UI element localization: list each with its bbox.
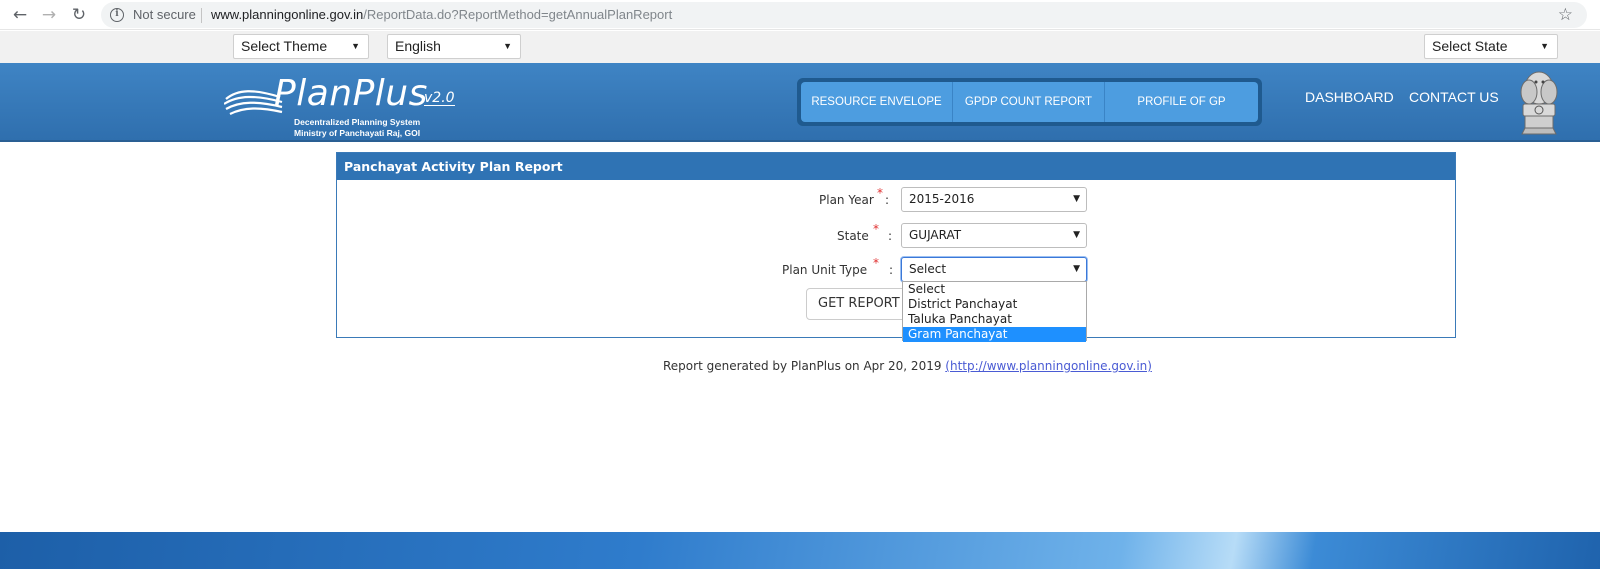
logo-title: PlanPlus	[274, 73, 428, 114]
reload-icon[interactable]: ↻	[68, 4, 90, 26]
menu-profile-of-gp[interactable]: PROFILE OF GP	[1105, 82, 1258, 122]
chevron-down-icon: ▼	[351, 41, 360, 51]
footer-text: Report generated by PlanPlus on Apr 20, …	[663, 359, 946, 373]
contact-us-link[interactable]: CONTACT US	[1409, 89, 1499, 105]
footer-decorative-band	[0, 532, 1600, 569]
required-mark: *	[873, 256, 879, 270]
chevron-down-icon: ▼	[1073, 194, 1080, 204]
language-select-value: English	[395, 38, 441, 54]
plan-unit-type-dropdown[interactable]: Select District Panchayat Taluka Panchay…	[902, 281, 1087, 342]
logo-ministry: Ministry of Panchayati Raj, GOI	[294, 128, 421, 138]
state-select-value: Select State	[1432, 38, 1508, 54]
planningonline-link[interactable]: (http://www.planningonline.gov.in)	[945, 359, 1152, 373]
report-panel: Panchayat Activity Plan Report Plan Year…	[336, 152, 1456, 342]
dropdown-option[interactable]: Taluka Panchayat	[903, 312, 1086, 327]
plan-unit-type-select[interactable]: Select ▼	[901, 257, 1087, 282]
required-mark: *	[877, 186, 883, 200]
state-value: GUJARAT	[909, 228, 962, 242]
colon: :	[889, 263, 894, 277]
theme-select-value: Select Theme	[241, 38, 328, 54]
state-label: State	[837, 229, 869, 243]
logo-version: v2.0	[424, 90, 455, 106]
report-footer-note: Report generated by PlanPlus on Apr 20, …	[663, 359, 1152, 373]
chevron-down-icon: ▼	[1073, 230, 1080, 240]
state-select[interactable]: Select State ▼	[1424, 34, 1558, 59]
url-text[interactable]: www.planningonline.gov.in/ReportData.do?…	[211, 7, 672, 22]
chevron-down-icon: ▼	[1073, 264, 1080, 274]
selector-strip: Select Theme ▼ English ▼ Select State ▼	[0, 31, 1600, 63]
plan-unit-type-label: Plan Unit Type	[782, 263, 868, 277]
theme-select[interactable]: Select Theme ▼	[233, 34, 369, 59]
plan-year-value: 2015-2016	[909, 192, 975, 206]
security-status: Not secure	[133, 7, 196, 22]
colon: :	[888, 229, 893, 243]
chevron-down-icon: ▼	[503, 41, 512, 51]
plan-unit-type-value: Select	[909, 262, 947, 276]
required-mark: *	[873, 222, 879, 236]
planplus-logo[interactable]: PlanPlus v2.0 Decentralized Planning Sys…	[224, 69, 464, 139]
panel-title: Panchayat Activity Plan Report	[337, 153, 1455, 180]
url-path: /ReportData.do?ReportMethod=getAnnualPla…	[363, 7, 673, 22]
chevron-down-icon: ▼	[1540, 41, 1549, 51]
language-select[interactable]: English ▼	[387, 34, 521, 59]
site-header: PlanPlus v2.0 Decentralized Planning Sys…	[0, 63, 1600, 142]
dashboard-link[interactable]: DASHBOARD	[1305, 89, 1394, 105]
browser-toolbar: ← → ↻ i Not secure www.planningonline.go…	[0, 0, 1600, 30]
address-bar[interactable]: i Not secure www.planningonline.gov.in/R…	[101, 2, 1587, 28]
dropdown-option-highlighted[interactable]: Gram Panchayat	[903, 327, 1086, 342]
colon: :	[885, 193, 890, 207]
dropdown-option[interactable]: District Panchayat	[903, 297, 1086, 312]
back-arrow-icon[interactable]: ←	[9, 4, 31, 26]
omnibox-divider	[201, 8, 202, 23]
info-icon[interactable]: i	[110, 8, 124, 22]
panel-divider	[1455, 288, 1456, 320]
bookmark-star-icon[interactable]: ☆	[1558, 5, 1573, 25]
plan-year-select[interactable]: 2015-2016 ▼	[901, 187, 1087, 212]
url-host: www.planningonline.gov.in	[211, 7, 364, 22]
main-menu: RESOURCE ENVELOPE GPDP COUNT REPORT PROF…	[797, 78, 1262, 126]
get-report-button[interactable]: GET REPORT	[806, 288, 916, 320]
menu-resource-envelope[interactable]: RESOURCE ENVELOPE	[801, 82, 953, 122]
menu-gpdp-count-report[interactable]: GPDP COUNT REPORT	[953, 82, 1105, 122]
national-emblem-icon	[1520, 71, 1558, 135]
logo-subtitle: Decentralized Planning System	[294, 117, 421, 127]
dropdown-option[interactable]: Select	[903, 282, 1086, 297]
forward-arrow-icon[interactable]: →	[38, 4, 60, 26]
state-select-form[interactable]: GUJARAT ▼	[901, 223, 1087, 248]
plan-year-label: Plan Year	[819, 193, 874, 207]
